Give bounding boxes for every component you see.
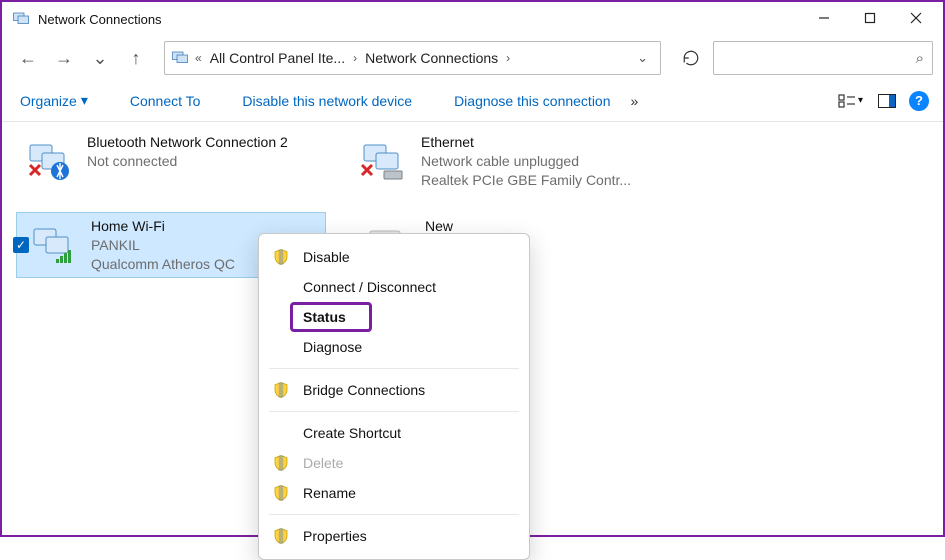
ctx-rename[interactable]: Rename bbox=[259, 478, 529, 508]
address-bar[interactable]: « All Control Panel Ite... › Network Con… bbox=[164, 41, 661, 75]
connection-text: Bluetooth Network Connection 2 Not conne… bbox=[87, 133, 288, 189]
connection-network: PANKIL bbox=[91, 236, 235, 255]
shield-icon bbox=[271, 453, 291, 473]
connection-name: Bluetooth Network Connection 2 bbox=[87, 133, 288, 152]
more-commands-button[interactable]: » bbox=[623, 87, 647, 115]
preview-pane-button[interactable] bbox=[873, 87, 901, 115]
forward-button[interactable]: → bbox=[48, 42, 80, 74]
connection-text: Ethernet Network cable unplugged Realtek… bbox=[421, 133, 631, 189]
ctx-create-shortcut[interactable]: Create Shortcut bbox=[259, 418, 529, 448]
close-button[interactable] bbox=[893, 2, 939, 34]
ctx-label: Create Shortcut bbox=[303, 425, 401, 441]
context-menu: Disable Connect / Disconnect Status Diag… bbox=[258, 233, 530, 560]
ctx-label: Delete bbox=[303, 455, 343, 471]
connection-item-bluetooth[interactable]: Bluetooth Network Connection 2 Not conne… bbox=[12, 128, 322, 194]
window-title: Network Connections bbox=[38, 12, 162, 27]
chevron-down-icon: ▾ bbox=[858, 95, 863, 106]
search-box[interactable]: ⌕ bbox=[713, 41, 933, 75]
ctx-label: Connect / Disconnect bbox=[303, 279, 436, 295]
ethernet-connection-icon bbox=[353, 133, 411, 189]
ctx-separator bbox=[269, 368, 519, 369]
organize-label: Organize bbox=[20, 93, 77, 109]
maximize-button[interactable] bbox=[847, 2, 893, 34]
ctx-label: Disable bbox=[303, 249, 350, 265]
ctx-delete: Delete bbox=[259, 448, 529, 478]
recent-locations-button[interactable]: ⌄ bbox=[84, 42, 116, 74]
ctx-label: Rename bbox=[303, 485, 356, 501]
ctx-separator bbox=[269, 514, 519, 515]
breadcrumb-chevron-2[interactable]: › bbox=[504, 51, 512, 65]
title-bar: Network Connections bbox=[2, 2, 943, 36]
organize-menu[interactable]: Organize ▾ bbox=[12, 86, 96, 115]
ctx-disable[interactable]: Disable bbox=[259, 242, 529, 272]
help-button[interactable]: ? bbox=[905, 87, 933, 115]
ctx-properties[interactable]: Properties bbox=[259, 521, 529, 551]
bluetooth-connection-icon bbox=[19, 133, 77, 189]
minimize-button[interactable] bbox=[801, 2, 847, 34]
up-button[interactable]: ↑ bbox=[120, 42, 152, 74]
breadcrumb-seg-2[interactable]: Network Connections bbox=[363, 50, 500, 66]
ctx-status[interactable]: Status bbox=[259, 302, 529, 332]
app-icon bbox=[12, 10, 30, 28]
ctx-label: Diagnose bbox=[303, 339, 362, 355]
diagnose-connection-button[interactable]: Diagnose this connection bbox=[446, 87, 618, 115]
address-history-dropdown[interactable]: ⌄ bbox=[631, 50, 654, 66]
command-bar: Organize ▾ Connect To Disable this netwo… bbox=[2, 80, 943, 122]
chevron-down-icon: ▾ bbox=[81, 92, 88, 109]
window-controls bbox=[801, 2, 939, 36]
wifi-connection-icon bbox=[23, 217, 81, 273]
ctx-bridge[interactable]: Bridge Connections bbox=[259, 375, 529, 405]
shield-icon bbox=[271, 483, 291, 503]
ctx-label: Bridge Connections bbox=[303, 382, 425, 398]
breadcrumb-prefix: « bbox=[193, 51, 204, 65]
nav-bar: ← → ⌄ ↑ « All Control Panel Ite... › Net… bbox=[2, 36, 943, 80]
refresh-button[interactable] bbox=[673, 41, 709, 75]
ctx-connect-disconnect[interactable]: Connect / Disconnect bbox=[259, 272, 529, 302]
shield-icon bbox=[271, 247, 291, 267]
connection-device: Qualcomm Atheros QC bbox=[91, 255, 235, 273]
shield-icon bbox=[271, 526, 291, 546]
connection-status: Network cable unplugged bbox=[421, 152, 631, 171]
connect-to-button[interactable]: Connect To bbox=[122, 87, 209, 115]
ctx-separator bbox=[269, 411, 519, 412]
breadcrumb-chevron-1[interactable]: › bbox=[351, 51, 359, 65]
ctx-diagnose[interactable]: Diagnose bbox=[259, 332, 529, 362]
connection-name: Home Wi-Fi bbox=[91, 217, 235, 236]
connection-device: Realtek PCIe GBE Family Contr... bbox=[421, 171, 631, 189]
connection-status: Not connected bbox=[87, 152, 288, 171]
disable-device-button[interactable]: Disable this network device bbox=[234, 87, 420, 115]
search-icon: ⌕ bbox=[916, 50, 924, 67]
ctx-label: Properties bbox=[303, 528, 367, 544]
view-options-button[interactable]: ▾ bbox=[832, 90, 869, 112]
breadcrumb-seg-1[interactable]: All Control Panel Ite... bbox=[208, 50, 347, 66]
address-icon bbox=[171, 49, 189, 67]
shield-icon bbox=[271, 380, 291, 400]
connection-name: Ethernet bbox=[421, 133, 631, 152]
connection-text: Home Wi-Fi PANKIL Qualcomm Atheros QC bbox=[91, 217, 235, 273]
ctx-label: Status bbox=[303, 309, 346, 325]
back-button[interactable]: ← bbox=[12, 42, 44, 74]
connection-item-ethernet[interactable]: Ethernet Network cable unplugged Realtek… bbox=[346, 128, 656, 194]
